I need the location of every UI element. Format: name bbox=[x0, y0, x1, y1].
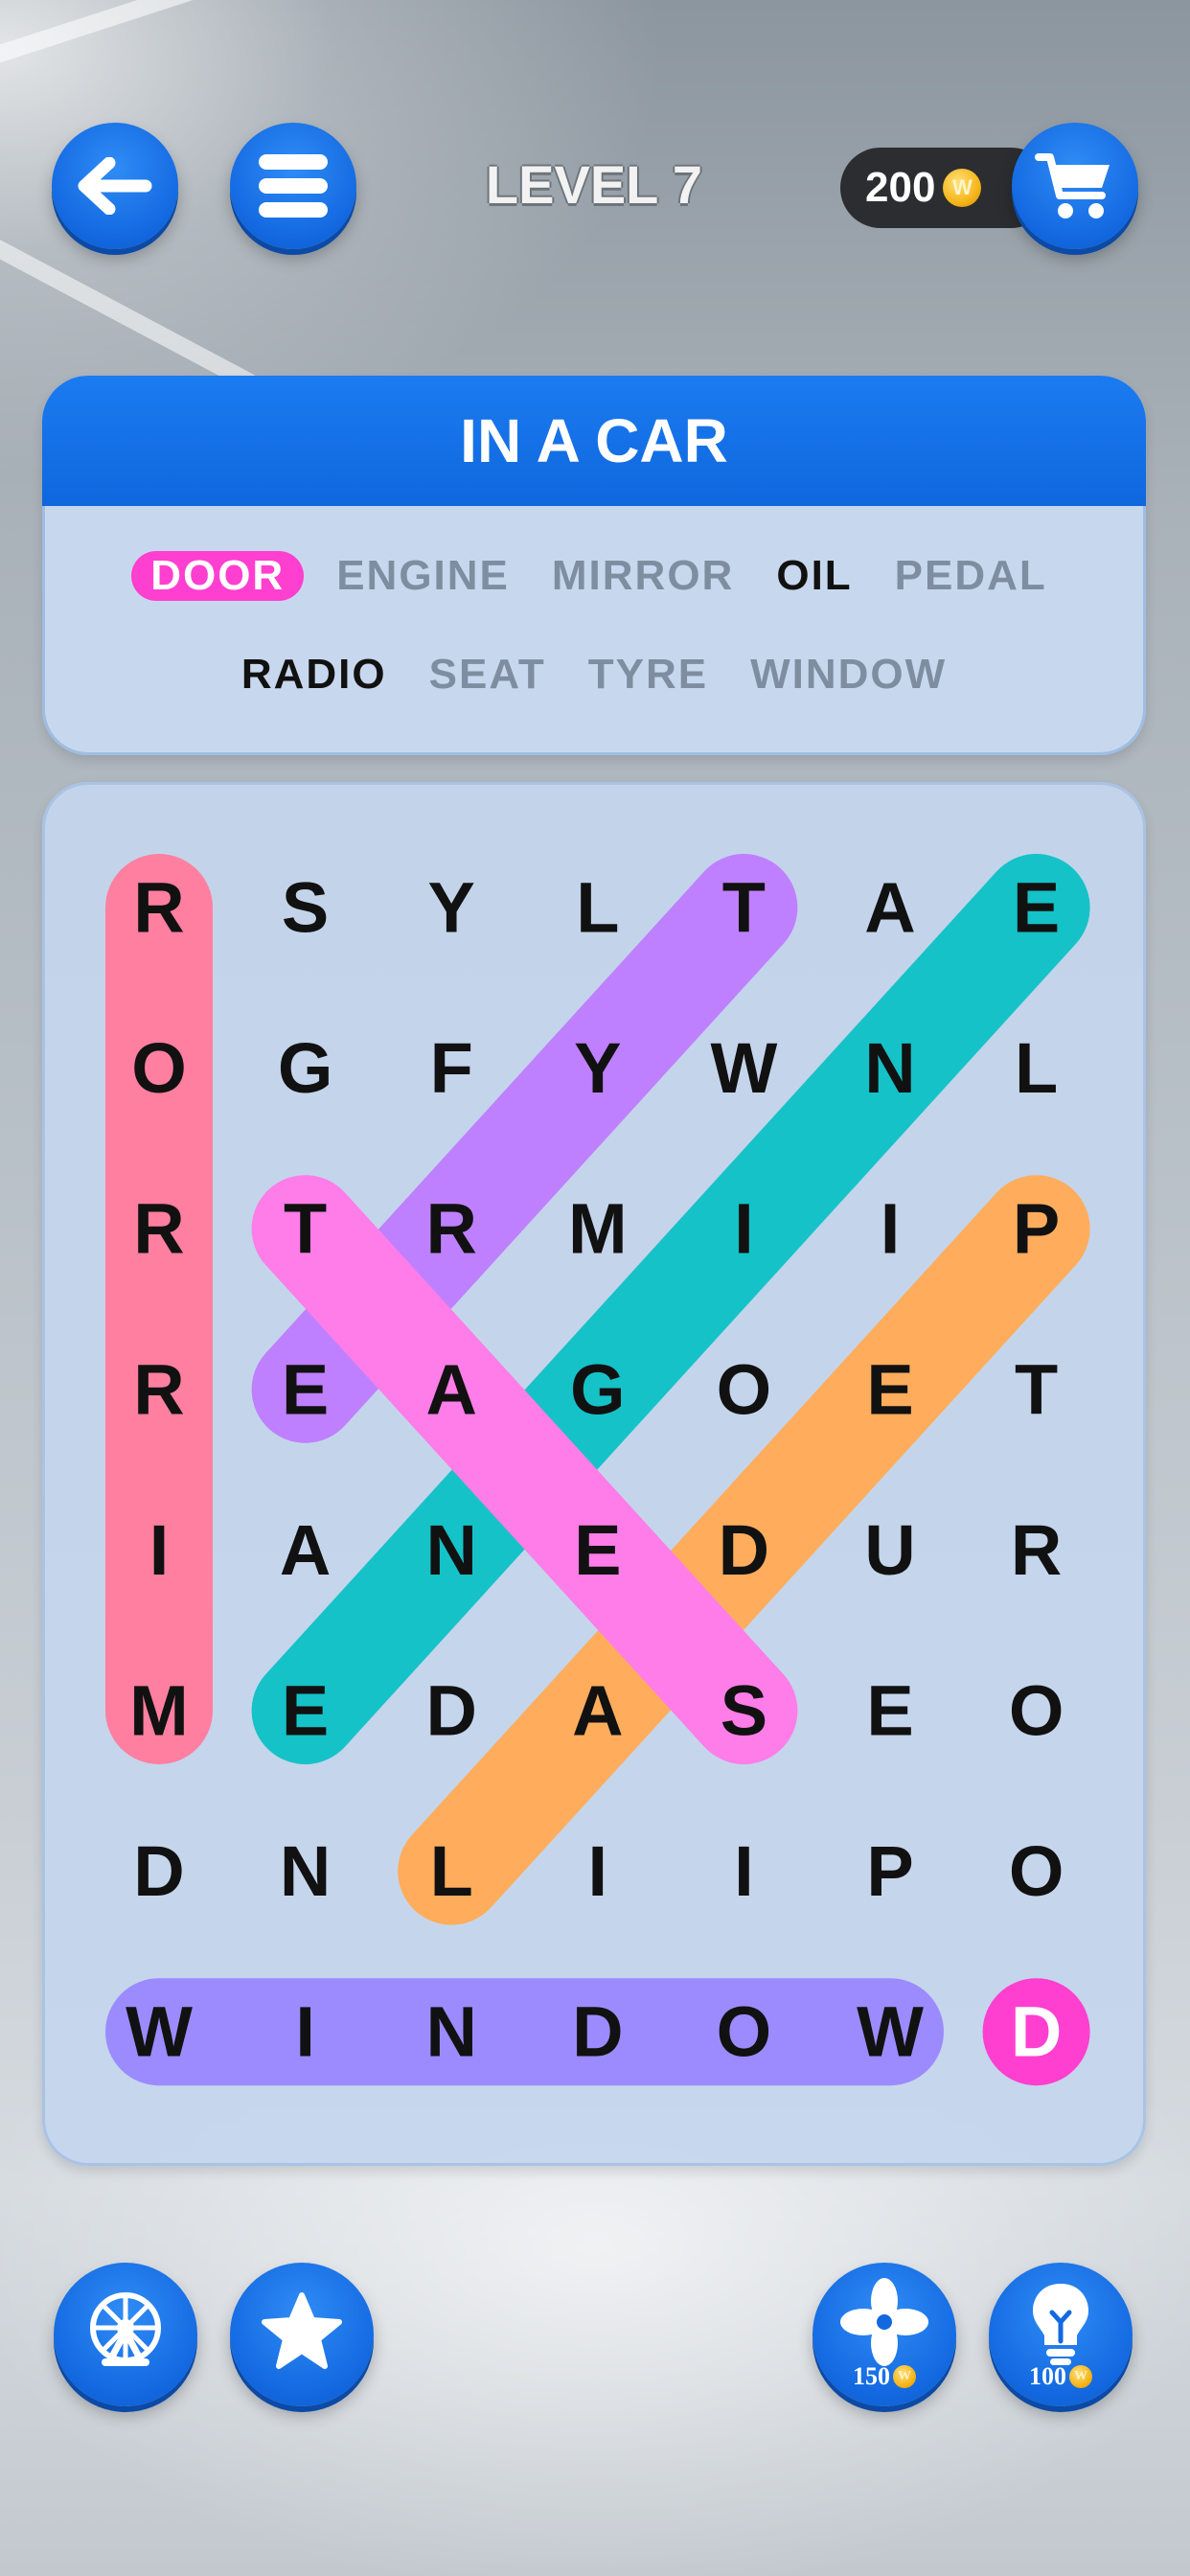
grid-letter[interactable]: E bbox=[282, 1671, 329, 1751]
category-title: IN A CAR bbox=[42, 376, 1146, 506]
grid-letter[interactable]: A bbox=[864, 868, 915, 948]
grid-letter[interactable]: R bbox=[133, 1349, 184, 1429]
grid-letter[interactable]: R bbox=[425, 1189, 476, 1269]
grid-letter[interactable]: N bbox=[425, 1992, 476, 2072]
grid-letter[interactable]: P bbox=[1013, 1189, 1060, 1269]
grid-letter[interactable]: Y bbox=[574, 1028, 621, 1108]
word-list-row: RADIO SEAT TYRE WINDOW bbox=[42, 650, 1146, 700]
grid-letter[interactable]: S bbox=[721, 1671, 767, 1751]
coin-icon: W bbox=[893, 2365, 916, 2388]
grid-letter[interactable]: I bbox=[881, 1189, 901, 1269]
menu-button[interactable] bbox=[230, 123, 356, 249]
grid-letter[interactable]: M bbox=[129, 1671, 189, 1751]
grid-letter[interactable]: I bbox=[588, 1831, 608, 1911]
grid-letter[interactable]: N bbox=[864, 1028, 915, 1108]
word-list-row: DOOR ENGINE MIRROR OIL PEDAL bbox=[42, 551, 1146, 601]
back-button[interactable] bbox=[52, 123, 178, 249]
word-list-panel: IN A CAR DOOR ENGINE MIRROR OIL PEDAL RADIO S… bbox=[42, 376, 1146, 755]
word-radio: RADIO bbox=[240, 651, 387, 698]
grid-letter[interactable]: N bbox=[425, 1510, 476, 1590]
grid-letter[interactable]: D bbox=[572, 1992, 623, 2072]
ferris-wheel-icon bbox=[90, 2292, 161, 2366]
grid-letter[interactable]: I bbox=[149, 1510, 170, 1590]
grid-letter[interactable]: R bbox=[133, 1189, 184, 1269]
level-title: LEVEL 7 bbox=[485, 154, 703, 215]
hint-button[interactable]: 100 W bbox=[989, 2263, 1133, 2406]
grid-letter[interactable]: Y bbox=[428, 868, 475, 948]
grid-letter[interactable]: D bbox=[1011, 1992, 1062, 2072]
word-door: DOOR bbox=[131, 551, 305, 601]
grid-letter[interactable]: L bbox=[1015, 1028, 1058, 1108]
grid-letter[interactable]: N bbox=[280, 1831, 331, 1911]
grid-letter[interactable]: A bbox=[425, 1349, 476, 1429]
grid-letter[interactable]: L bbox=[576, 868, 619, 948]
grid-letter[interactable]: E bbox=[574, 1510, 621, 1590]
grid-letter[interactable]: D bbox=[425, 1671, 476, 1751]
hamburger-menu-icon bbox=[259, 154, 328, 218]
word-pedal: PEDAL bbox=[894, 552, 1047, 599]
grid-letter[interactable]: M bbox=[568, 1189, 628, 1269]
grid-letter[interactable]: R bbox=[133, 868, 184, 948]
wheel-button[interactable] bbox=[54, 2263, 197, 2406]
word-seat: SEAT bbox=[428, 651, 546, 698]
grid-letter[interactable]: A bbox=[280, 1510, 331, 1590]
grid-letter[interactable]: W bbox=[126, 1992, 193, 2072]
word-oil: OIL bbox=[776, 552, 853, 599]
grid-letter[interactable]: O bbox=[1009, 1671, 1064, 1751]
star-icon bbox=[262, 2292, 342, 2369]
word-engine: ENGINE bbox=[336, 552, 510, 599]
grid-letter[interactable]: I bbox=[734, 1831, 754, 1911]
grid-letter[interactable]: S bbox=[282, 868, 329, 948]
grid-letter[interactable]: I bbox=[295, 1992, 315, 2072]
shuffle-button[interactable]: 150 W bbox=[812, 2263, 956, 2406]
word-tyre: TYRE bbox=[587, 651, 709, 698]
grid-letter[interactable]: U bbox=[864, 1510, 915, 1590]
coin-icon: W bbox=[1069, 2365, 1092, 2388]
grid-letter[interactable]: R bbox=[1011, 1510, 1062, 1590]
coin-icon: W bbox=[943, 169, 982, 207]
shopping-cart-icon bbox=[1035, 153, 1110, 218]
shuffle-cost: 150 W bbox=[812, 2362, 956, 2391]
grid-letter[interactable]: P bbox=[866, 1831, 913, 1911]
grid-letter[interactable]: T bbox=[1015, 1349, 1058, 1429]
word-window: WINDOW bbox=[750, 651, 948, 698]
grid-letter[interactable]: T bbox=[722, 868, 766, 948]
grid-letter[interactable]: F bbox=[430, 1028, 473, 1108]
grid-letter[interactable]: G bbox=[570, 1349, 626, 1429]
grid-letter[interactable]: T bbox=[284, 1189, 327, 1269]
arrow-left-icon bbox=[78, 157, 152, 215]
grid-letter[interactable]: G bbox=[278, 1028, 333, 1108]
grid-letter[interactable]: E bbox=[1013, 868, 1060, 948]
grid-letter[interactable]: E bbox=[866, 1349, 913, 1429]
grid-letter[interactable]: O bbox=[717, 1349, 772, 1429]
shop-button[interactable] bbox=[1012, 123, 1138, 249]
grid-letter[interactable]: A bbox=[572, 1671, 623, 1751]
grid-letter[interactable]: W bbox=[857, 1992, 924, 2072]
coin-count: 200 bbox=[865, 164, 936, 211]
grid-letter[interactable]: O bbox=[717, 1992, 772, 2072]
grid-letter[interactable]: O bbox=[131, 1028, 187, 1108]
word-mirror: MIRROR bbox=[551, 552, 735, 599]
grid-letter[interactable]: D bbox=[719, 1510, 769, 1590]
grid-letter[interactable]: E bbox=[282, 1349, 329, 1429]
letter-grid[interactable]: R S Y L T A EO G F Y W N LR T R M I I PR E A G O E TI A N E D U RM E D A S… bbox=[42, 782, 1146, 2166]
grid-letter[interactable]: D bbox=[133, 1831, 184, 1911]
grid-letter[interactable]: E bbox=[866, 1671, 913, 1751]
favorites-button[interactable] bbox=[230, 2263, 374, 2406]
grid-letter[interactable]: O bbox=[1009, 1831, 1064, 1911]
hint-cost: 100 W bbox=[989, 2362, 1133, 2391]
grid-letter[interactable]: I bbox=[734, 1189, 754, 1269]
letter-grid-panel: RSYLTAEOGFYWNLRTRMIIPREAGOETIANEDURMEDAS… bbox=[42, 782, 1146, 2166]
grid-letter[interactable]: L bbox=[430, 1831, 473, 1911]
grid-letter[interactable]: W bbox=[710, 1028, 777, 1108]
